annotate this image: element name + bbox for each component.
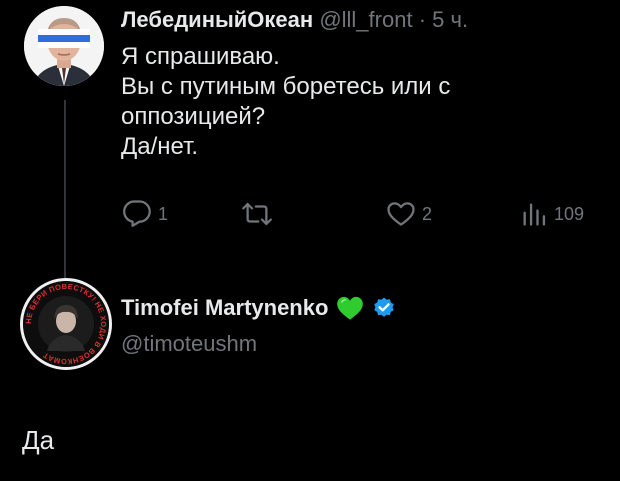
retweet-icon [242,202,272,226]
reply-author-handle[interactable]: @timoteushm [121,330,257,358]
tweet-text-line: Да/нет. [121,133,199,160]
views-chart-icon [523,203,546,226]
reply-avatar-image: НЕ БЕРИ ПОВЕСТКУ! НЕ ХОДИ В ВОЕНКОМАТ [23,281,109,367]
retweet-button[interactable] [242,198,272,230]
reply-header: Timofei Martynenko [121,294,396,322]
avatar[interactable] [24,6,104,86]
tweet-text-line: Я спрашиваю. [121,43,280,70]
tweet-text: Я спрашиваю. Вы с путиным боретесь или с… [121,42,591,162]
like-button[interactable]: 2 [386,198,432,230]
reply-count: 1 [158,203,169,224]
author-name[interactable]: ЛебединыйОкеан [121,7,313,32]
reply-text: Да [22,425,55,455]
reply-avatar[interactable]: НЕ БЕРИ ПОВЕСТКУ! НЕ ХОДИ В ВОЕНКОМАТ [20,278,112,370]
tweet-header: ЛебединыйОкеан @lll_front · 5 ч. [121,6,468,34]
reply-button[interactable]: 1 [122,198,168,230]
author-handle[interactable]: @lll_front [319,7,412,32]
views-count: 109 [554,203,585,224]
reply-author-name[interactable]: Timofei Martynenko [121,294,328,322]
avatar-image [24,6,104,86]
views-button[interactable]: 109 [520,198,584,230]
timestamp[interactable]: 5 ч. [432,7,468,32]
tweet-text-line: оппозицией? [121,103,266,130]
tweet-text-line: Вы с путиным боретесь или с [121,73,451,100]
reply-icon [123,200,151,227]
green-heart-icon [337,296,364,320]
heart-icon [387,202,415,226]
separator-dot: · [418,7,427,32]
verified-badge-icon[interactable] [372,296,396,320]
like-count: 2 [422,203,433,224]
thread-connector-line [64,100,66,280]
